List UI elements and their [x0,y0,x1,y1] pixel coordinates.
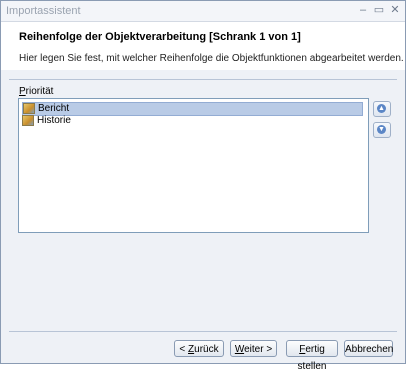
priority-label-rest: riorität [25,86,54,97]
window-title: Importassistent [6,5,81,17]
close-button[interactable]: ✕ [387,2,403,18]
priority-label: Priorität [19,86,53,97]
title-bar: Importassistent – ▭ ✕ [1,1,405,22]
minimize-button[interactable]: – [355,2,371,18]
folder-document-icon [23,103,35,114]
next-mnemonic: W [234,344,245,355]
finish-button[interactable]: Fertig stellen [286,340,338,372]
folder-document-icon [22,115,34,126]
list-item-label: Bericht [38,103,70,115]
import-assistant-window: Importassistent – ▭ ✕ Reihenfolge der Ob… [0,0,406,372]
wizard-header: Reihenfolge der Objektverarbeitung [Schr… [1,22,405,70]
back-button[interactable]: < Zurück [174,340,224,357]
back-prefix: < [179,344,189,355]
arrow-down-icon: ▼ [377,125,386,134]
arrow-up-icon: ▲ [377,104,386,113]
list-item[interactable]: Historie [22,115,71,127]
back-rest: urück [194,344,219,355]
footer-divider [9,331,397,332]
priority-label-mnemonic: P [19,86,26,97]
priority-list[interactable]: Bericht Historie [18,98,369,233]
list-item-label: Historie [37,115,71,127]
next-rest: eiter > [244,344,273,355]
page-description: Hier legen Sie fest, mit welcher Reihenf… [19,53,404,64]
cancel-button[interactable]: Abbrechen [344,340,393,357]
list-item[interactable]: Bericht [22,102,363,116]
maximize-button[interactable]: ▭ [371,2,387,18]
header-divider [9,79,397,80]
page-title: Reihenfolge der Objektverarbeitung [Schr… [19,31,301,43]
move-up-button[interactable]: ▲ [373,101,391,117]
next-button[interactable]: Weiter > [230,340,277,357]
move-down-button[interactable]: ▼ [373,122,391,138]
